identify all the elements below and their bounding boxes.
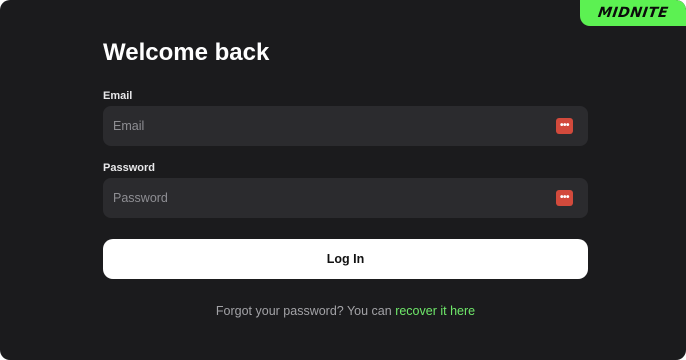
forgot-password-prefix: Forgot your password? You can [215, 304, 396, 318]
brand-logo-text: MIDNITE [596, 5, 670, 21]
login-button[interactable]: Log In [103, 239, 588, 279]
password-field-container: ••• [103, 178, 588, 218]
password-manager-icon[interactable]: ••• [556, 118, 573, 134]
password-manager-icon[interactable]: ••• [556, 190, 573, 206]
password-manager-glyph: ••• [559, 120, 570, 131]
password-field[interactable] [103, 178, 543, 218]
forgot-password-text: Forgot your password? You can recover it… [103, 303, 588, 319]
password-manager-glyph: ••• [559, 192, 570, 203]
email-field[interactable] [103, 106, 543, 146]
page-title: Welcome back [103, 39, 270, 66]
email-label: Email [103, 90, 133, 102]
email-field-container: ••• [103, 106, 588, 146]
login-dialog: MIDNITE Welcome back Email ••• Password … [0, 0, 686, 360]
brand-logo: MIDNITE [580, 0, 686, 26]
recover-password-link[interactable]: recover it here [395, 304, 475, 318]
login-form: Welcome back Email ••• Password ••• Log … [103, 38, 588, 318]
password-label: Password [103, 162, 155, 174]
